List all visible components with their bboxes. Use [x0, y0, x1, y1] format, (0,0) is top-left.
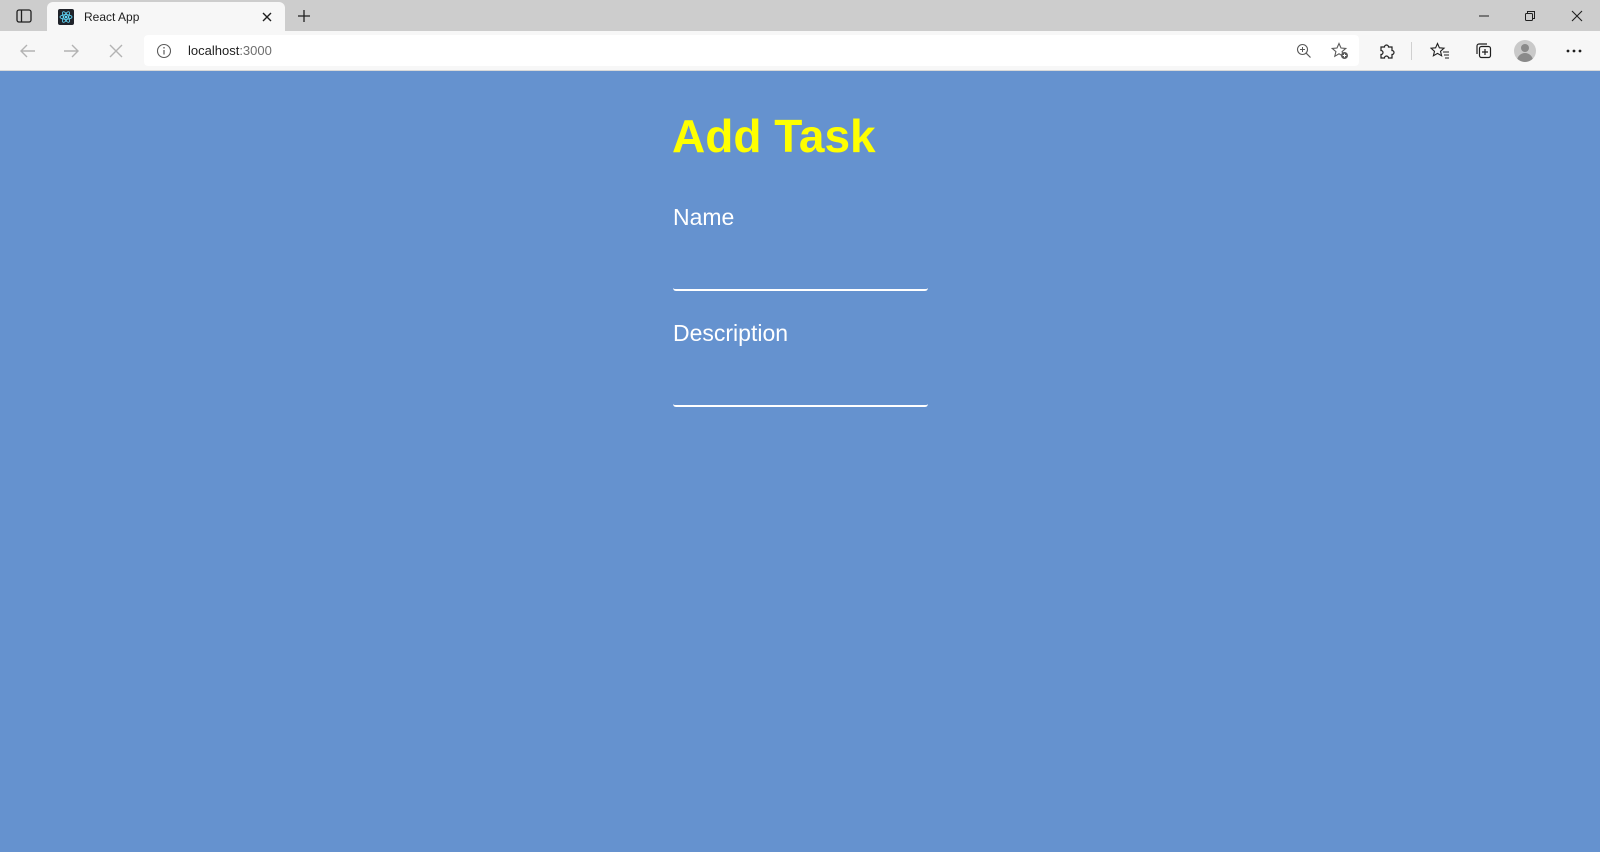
page-title: Add Task: [672, 110, 876, 162]
plus-icon[interactable]: [294, 6, 314, 26]
react-logo-icon: [58, 9, 74, 25]
address-bar[interactable]: localhost:3000: [144, 35, 1359, 66]
zoom-in-icon[interactable]: [1294, 41, 1314, 61]
browser-toolbar: localhost:3000: [0, 31, 1600, 71]
name-label: Name: [673, 204, 735, 230]
page-viewport: Add Task Name Description: [0, 71, 1600, 852]
close-icon[interactable]: [1554, 0, 1600, 31]
ellipsis-icon[interactable]: [1562, 39, 1586, 63]
tab-title: React App: [84, 10, 140, 24]
info-icon[interactable]: [156, 43, 172, 59]
url-text: localhost:3000: [188, 43, 272, 58]
favorites-icon[interactable]: [1428, 39, 1452, 63]
browser-tab-strip: React App: [0, 0, 1600, 32]
close-icon[interactable]: [104, 39, 128, 63]
close-icon[interactable]: [259, 9, 275, 25]
url-port: :3000: [239, 43, 272, 58]
restore-icon[interactable]: [1507, 0, 1553, 31]
toolbar-separator: [1411, 42, 1412, 60]
description-label: Description: [673, 320, 789, 346]
avatar-icon[interactable]: [1514, 40, 1536, 62]
arrow-right-icon[interactable]: [59, 39, 83, 63]
puzzle-icon[interactable]: [1375, 39, 1399, 63]
description-input[interactable]: [673, 367, 928, 407]
url-host: localhost: [188, 43, 240, 58]
arrow-left-icon[interactable]: [16, 39, 40, 63]
browser-tab[interactable]: React App: [47, 2, 285, 32]
collections-icon[interactable]: [1472, 39, 1496, 63]
name-input[interactable]: [673, 251, 928, 291]
minimize-icon[interactable]: [1461, 0, 1507, 31]
tab-actions-icon[interactable]: [12, 6, 36, 26]
star-add-icon[interactable]: [1330, 41, 1350, 61]
